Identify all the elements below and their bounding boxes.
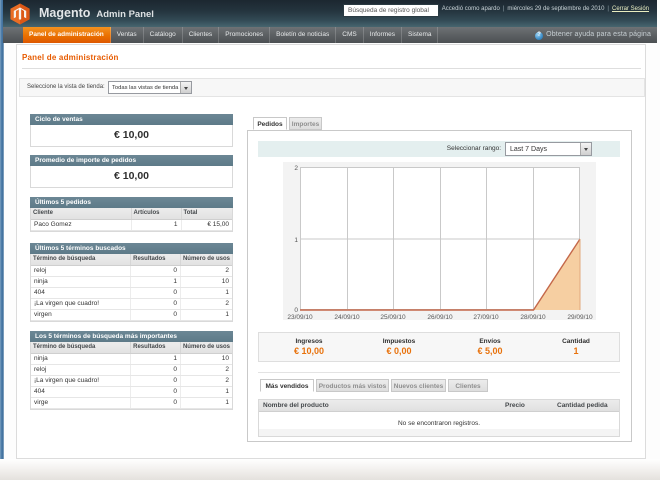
svg-text:29/09/10: 29/09/10 xyxy=(567,314,593,320)
svg-text:23/09/10: 23/09/10 xyxy=(287,314,313,320)
svg-text:24/09/10: 24/09/10 xyxy=(334,314,360,320)
svg-text:25/09/10: 25/09/10 xyxy=(380,314,406,320)
svg-text:0: 0 xyxy=(294,307,298,314)
svg-text:1: 1 xyxy=(294,237,298,244)
svg-text:27/09/10: 27/09/10 xyxy=(473,314,499,320)
svg-text:28/09/10: 28/09/10 xyxy=(520,314,546,320)
svg-text:2: 2 xyxy=(294,165,298,172)
svg-text:26/09/10: 26/09/10 xyxy=(427,314,453,320)
